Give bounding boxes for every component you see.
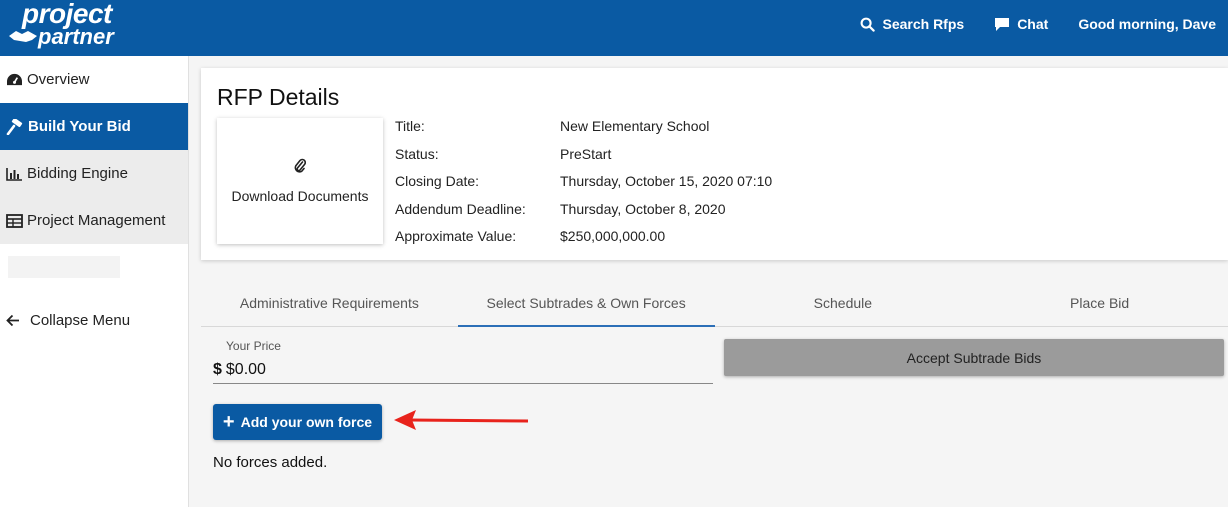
rfp-details-card: RFP Details Download Documents Title: Ne…	[201, 68, 1228, 260]
sidebar-placeholder	[8, 256, 120, 278]
detail-key: Approximate Value:	[395, 228, 517, 244]
logo-text-line2: partner	[38, 24, 114, 49]
detail-row-approximate-value: Approximate Value: $250,000,000.00	[395, 228, 772, 256]
greeting-text: Good morning, Dave	[1078, 16, 1216, 32]
sidebar-item-project-management[interactable]: Project Management	[0, 197, 188, 244]
user-greeting-menu[interactable]: Good morning, Dave	[1078, 16, 1216, 32]
plus-icon: +	[222, 411, 235, 433]
detail-value: Thursday, October 8, 2020	[560, 200, 726, 217]
detail-value: $250,000,000.00	[560, 228, 666, 244]
chat-link[interactable]: Chat	[994, 16, 1048, 32]
search-rfps-label: Search Rfps	[882, 16, 965, 32]
chat-label: Chat	[1017, 16, 1049, 32]
search-icon	[861, 17, 876, 32]
sidebar-item-overview[interactable]: Overview	[0, 56, 188, 103]
detail-row-addendum-deadline: Addendum Deadline: Thursday, October 8, …	[395, 201, 772, 229]
sidebar: Overview Build Your Bid Bidding Engine P…	[0, 56, 189, 507]
empty-forces-message: No forces added.	[213, 454, 328, 471]
detail-key: Addendum Deadline:	[395, 200, 526, 217]
annotation-arrow-icon	[394, 410, 529, 430]
add-own-force-label: Add your own force	[240, 414, 373, 430]
your-price-input[interactable]: $ $0.00	[213, 356, 713, 384]
detail-value: Thursday, October 15, 2020 07:10	[560, 173, 773, 189]
bid-steps-tabs: Administrative Requirements Select Subtr…	[201, 280, 1228, 327]
tab-schedule[interactable]: Schedule	[715, 280, 972, 326]
tab-select-subtrades[interactable]: Select Subtrades & Own Forces	[457, 280, 715, 327]
arrow-left-icon	[6, 314, 19, 327]
detail-value: PreStart	[560, 145, 612, 162]
bar-chart-icon	[6, 167, 22, 181]
detail-key: Status:	[395, 145, 439, 162]
collapse-menu-label: Collapse Menu	[30, 312, 131, 329]
hammer-icon	[6, 118, 23, 135]
detail-value: New Elementary School	[560, 118, 710, 134]
download-documents-button[interactable]: Download Documents	[217, 118, 383, 244]
handshake-icon	[9, 31, 37, 42]
tab-place-bid[interactable]: Place Bid	[971, 280, 1228, 326]
tab-administrative-requirements[interactable]: Administrative Requirements	[201, 280, 458, 326]
currency-symbol: $	[213, 360, 222, 378]
paperclip-icon	[294, 158, 306, 173]
sidebar-item-label: Bidding Engine	[27, 165, 128, 182]
accept-subtrade-bids-button[interactable]: Accept Subtrade Bids	[724, 339, 1224, 376]
search-rfps-link[interactable]: Search Rfps	[860, 16, 964, 32]
sidebar-item-label: Project Management	[27, 212, 166, 229]
sidebar-item-label: Build Your Bid	[28, 118, 131, 135]
dashboard-icon	[7, 73, 22, 86]
detail-row-status: Status: PreStart	[395, 146, 772, 174]
your-price-label: Your Price	[226, 339, 281, 353]
top-bar: project partner Search Rfps Chat Good mo…	[0, 0, 1228, 56]
detail-key: Title:	[395, 118, 425, 134]
download-documents-label: Download Documents	[231, 188, 369, 204]
collapse-menu-button[interactable]: Collapse Menu	[6, 312, 130, 329]
detail-row-closing-date: Closing Date: Thursday, October 15, 2020…	[395, 173, 772, 201]
page-title: RFP Details	[217, 84, 340, 110]
table-icon	[6, 213, 23, 228]
detail-key: Closing Date:	[395, 173, 480, 189]
sidebar-item-build-your-bid[interactable]: Build Your Bid	[0, 103, 188, 150]
detail-row-title: Title: New Elementary School	[395, 118, 772, 146]
rfp-details-list: Title: New Elementary School Status: Pre…	[395, 118, 772, 256]
sidebar-item-bidding-engine[interactable]: Bidding Engine	[0, 150, 188, 197]
add-own-force-button[interactable]: + Add your own force	[213, 404, 382, 440]
project-partner-logo[interactable]: project partner	[8, 0, 128, 52]
chat-icon	[995, 17, 1010, 31]
sidebar-item-label: Overview	[27, 71, 90, 88]
price-value: $0.00	[225, 360, 266, 378]
